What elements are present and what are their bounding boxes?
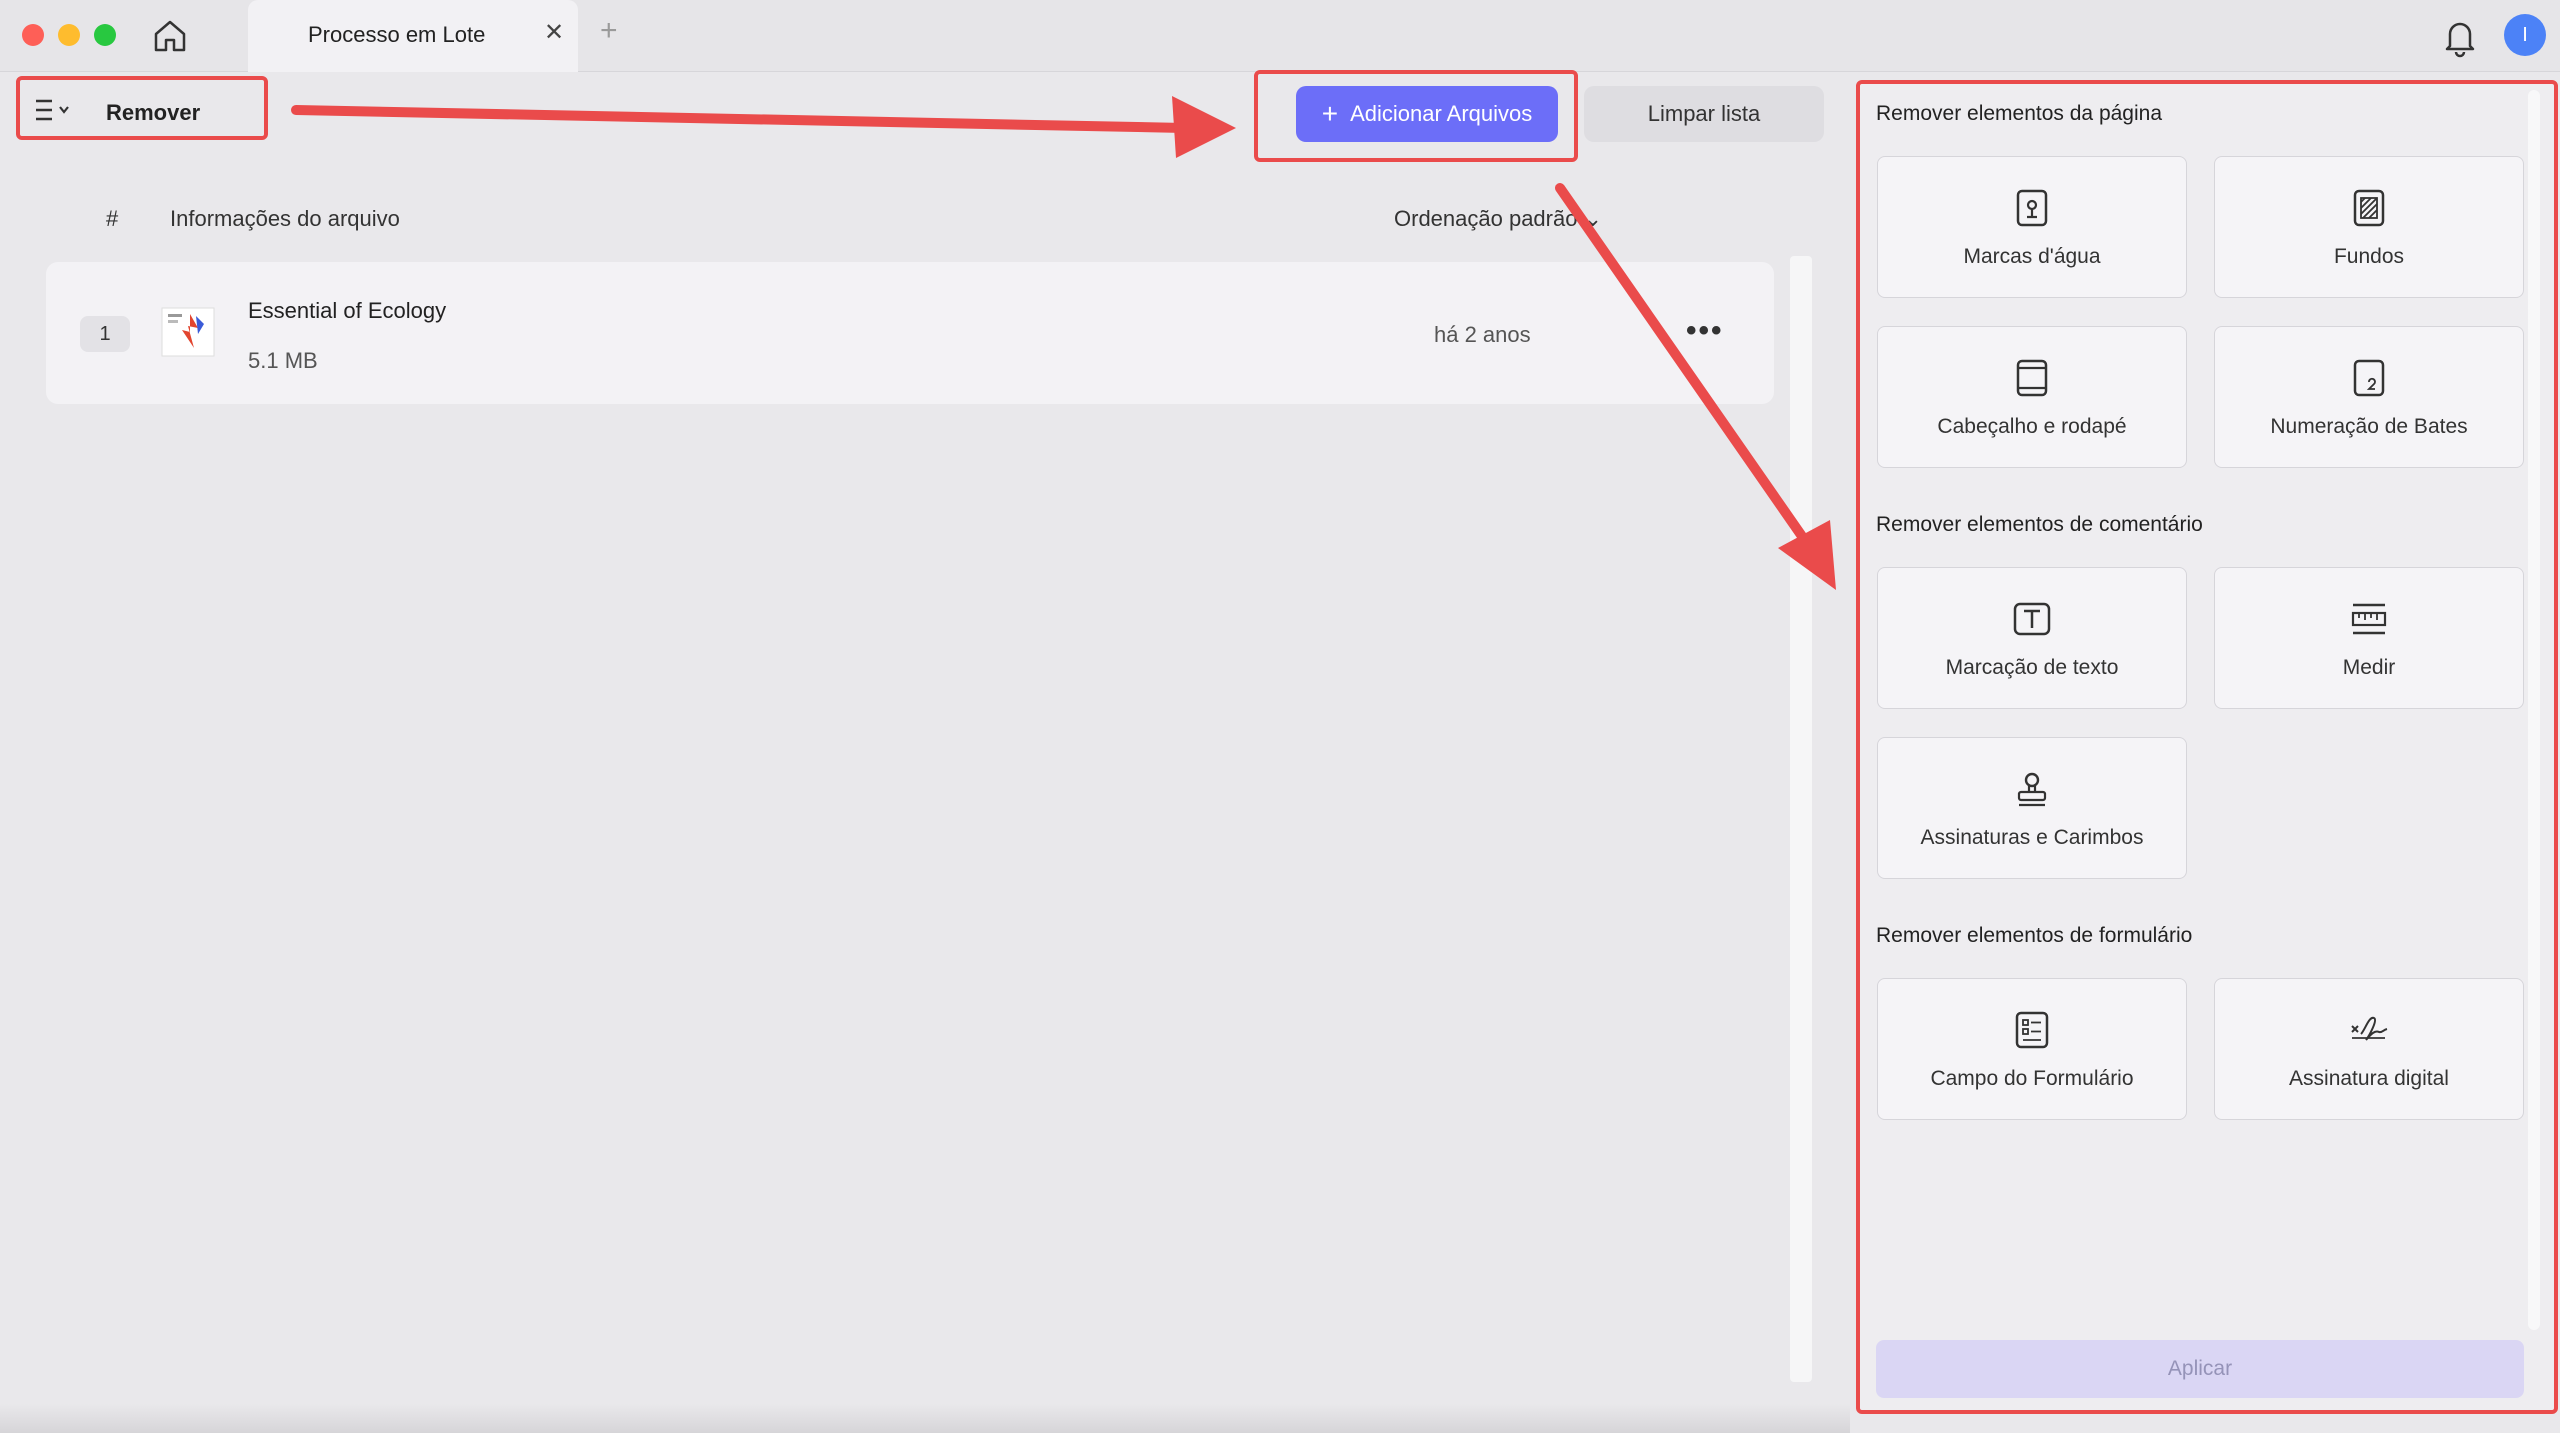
annotation-arrow-shaft-1 [291,105,1190,133]
annotation-arrow-shaft-2 [1555,183,1811,547]
annotation-arrowhead-2 [1778,520,1836,590]
annotation-arrows [291,96,1836,590]
annotation-arrowhead-1 [1172,96,1236,158]
